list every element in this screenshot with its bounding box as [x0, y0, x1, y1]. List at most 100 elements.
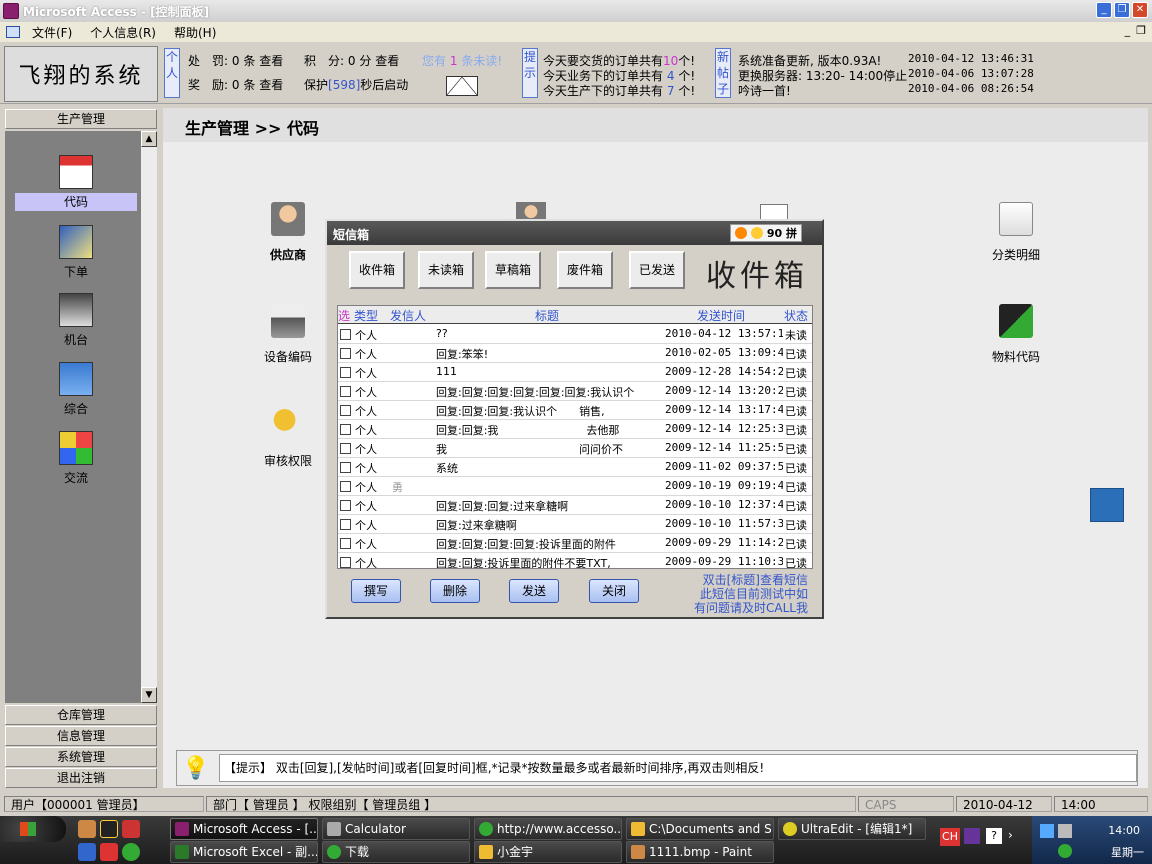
menu-file[interactable]: 文件(F)	[32, 24, 72, 41]
folder-inbox-button[interactable]: 收件箱	[349, 251, 405, 289]
task-download[interactable]: 下载	[322, 841, 470, 863]
shield-icon[interactable]	[1058, 844, 1072, 858]
folder-unread-button[interactable]: 未读箱	[418, 251, 474, 289]
row-checkbox[interactable]	[340, 424, 351, 435]
reward-view-link[interactable]: 查看	[259, 78, 283, 92]
sidebar-logout-button[interactable]: 退出注销	[5, 768, 157, 788]
quicklaunch-green-icon[interactable]	[122, 843, 140, 861]
quicklaunch-home-icon[interactable]	[78, 820, 96, 838]
task-folder[interactable]: 小金宇	[474, 841, 622, 863]
send-button[interactable]: 发送	[509, 579, 559, 603]
row-checkbox[interactable]	[340, 538, 351, 549]
mdi-restore-icon[interactable]: ❐	[1136, 24, 1146, 37]
folder-sent-button[interactable]: 已发送	[629, 251, 685, 289]
language-indicator[interactable]: CH	[940, 828, 960, 846]
sidebar-scrollbar[interactable]: ▲ ▼	[141, 131, 157, 703]
volume-icon[interactable]	[1058, 824, 1072, 838]
tile-supplier[interactable]: 供应商	[248, 202, 328, 263]
col-select[interactable]: 选	[338, 307, 350, 324]
penalty-view-link[interactable]: 查看	[259, 54, 283, 68]
task-calculator[interactable]: Calculator	[322, 818, 470, 840]
table-row[interactable]: 个人 回复:回复:回复:回复:投诉里面的附件 2009-09-29 11:14:29…	[338, 534, 812, 553]
col-sender[interactable]: 发信人	[390, 307, 426, 324]
row-checkbox[interactable]	[340, 367, 351, 378]
ime-icon[interactable]	[964, 828, 980, 844]
row-checkbox[interactable]	[340, 405, 351, 416]
unread-line[interactable]: 您有 1 条未读!	[422, 52, 502, 69]
ime-toolbar[interactable]: 90 拼	[729, 224, 802, 242]
folder-trash-button[interactable]: 废件箱	[557, 251, 613, 289]
sidebar-item-communication[interactable]: 交流	[15, 431, 137, 487]
table-row[interactable]: 个人 回复:回复:回复:回复:回复:回复:我认识个 2009-12-14 13:20…	[338, 382, 812, 401]
sidebar-group-warehouse[interactable]: 仓库管理	[5, 705, 157, 725]
table-row[interactable]: 个人 111 2009-12-28 14:54:21 已读	[338, 363, 812, 382]
task-excel[interactable]: Microsoft Excel - 副...	[170, 841, 318, 863]
row-checkbox[interactable]	[340, 519, 351, 530]
folder-drafts-button[interactable]: 草稿箱	[485, 251, 541, 289]
delete-button[interactable]: 删除	[430, 579, 480, 603]
row-checkbox[interactable]	[340, 329, 351, 340]
task-ultraedit[interactable]: UltraEdit - [编辑1*]	[778, 818, 926, 840]
quicklaunch-app-icon[interactable]	[122, 820, 140, 838]
col-time[interactable]: 发送时间	[697, 307, 745, 324]
table-row[interactable]: 个人 回复:笨笨! 2010-02-05 13:09:43 已读	[338, 344, 812, 363]
bird-logo-icon[interactable]	[1090, 488, 1124, 522]
mdi-minimize-icon[interactable]: _	[1125, 24, 1131, 37]
menu-personal-info[interactable]: 个人信息(R)	[90, 24, 156, 41]
row-checkbox[interactable]	[340, 386, 351, 397]
sidebar-item-code[interactable]: 代码	[15, 155, 137, 211]
minimize-button[interactable]: _	[1096, 2, 1112, 18]
task-browser[interactable]: http://www.accesso...	[474, 818, 622, 840]
ie-icon[interactable]	[78, 843, 96, 861]
help-icon[interactable]: ?	[986, 828, 1002, 844]
news-item-3[interactable]: 吟诗一首!	[738, 82, 791, 99]
col-type[interactable]: 类型	[354, 307, 378, 324]
table-row[interactable]: 个人?? 2010-04-12 13:57:15 未读	[338, 325, 812, 344]
table-row[interactable]: 个人 回复:回复:投诉里面的附件不要TXT, 2009-09-29 11:10:39…	[338, 553, 812, 568]
dialog-title-bar[interactable]: 短信箱 90 拼	[327, 221, 822, 245]
form-menu-icon[interactable]	[6, 26, 20, 38]
row-checkbox[interactable]	[340, 481, 351, 492]
sidebar-item-general[interactable]: 综合	[15, 362, 137, 418]
table-row[interactable]: 个人 回复:过来拿糖啊 2009-10-10 11:57:30 已读	[338, 515, 812, 534]
scroll-down-icon[interactable]: ▼	[141, 687, 157, 703]
tile-material-code[interactable]: 物料代码	[976, 304, 1056, 365]
close-dialog-button[interactable]: 关闭	[589, 579, 639, 603]
col-status[interactable]: 状态	[784, 307, 808, 324]
row-checkbox[interactable]	[340, 443, 351, 454]
task-access[interactable]: Microsoft Access - [...	[170, 818, 318, 840]
tile-audit-permission[interactable]: 审核权限	[248, 408, 328, 469]
table-row[interactable]: 个人 系统 2009-11-02 09:37:56 已读	[338, 458, 812, 477]
row-checkbox[interactable]	[340, 348, 351, 359]
row-checkbox[interactable]	[340, 462, 351, 473]
start-button[interactable]	[0, 816, 66, 842]
tile-equipment-code[interactable]: 设备编码	[248, 304, 328, 365]
tray-clock[interactable]: 14:00	[1108, 824, 1140, 837]
sidebar-group-production[interactable]: 生产管理	[5, 109, 157, 129]
col-subject[interactable]: 标题	[535, 307, 559, 324]
access-app-icon[interactable]	[3, 3, 19, 19]
table-row[interactable]: 个人 我 问问价不 2009-12-14 11:25:50 已读	[338, 439, 812, 458]
table-row[interactable]: 个人 勇 2009-10-19 09:19:44 已读	[338, 477, 812, 496]
restore-button[interactable]: ❐	[1114, 2, 1130, 18]
tip-line-3[interactable]: 今天生产下的订单共有 7 个!	[543, 82, 695, 99]
sidebar-item-machine[interactable]: 机台	[15, 293, 137, 349]
compose-button[interactable]: 撰写	[351, 579, 401, 603]
tile-category-detail[interactable]: 分类明细	[976, 202, 1056, 263]
network-icon[interactable]	[1040, 824, 1054, 838]
sidebar-group-info[interactable]: 信息管理	[5, 726, 157, 746]
row-checkbox[interactable]	[340, 557, 351, 568]
sidebar-group-system[interactable]: 系统管理	[5, 747, 157, 767]
table-row[interactable]: 个人 回复:回复:回复:过来拿糖啊 2009-10-10 12:37:47 已读	[338, 496, 812, 515]
close-button[interactable]: ✕	[1132, 2, 1148, 18]
scroll-up-icon[interactable]: ▲	[141, 131, 157, 147]
task-explorer[interactable]: C:\Documents and S...	[626, 818, 774, 840]
sidebar-item-order[interactable]: 下单	[15, 225, 137, 281]
table-row[interactable]: 个人 回复:回复:我 去他那 2009-12-14 12:25:37 已读	[338, 420, 812, 439]
qq-icon[interactable]	[100, 820, 118, 838]
envelope-icon[interactable]	[446, 76, 478, 96]
row-checkbox[interactable]	[340, 500, 351, 511]
tray-expand-icon[interactable]: ›	[1008, 828, 1018, 844]
points-view-link[interactable]: 查看	[375, 54, 399, 68]
task-paint[interactable]: 1111.bmp - Paint	[626, 841, 774, 863]
